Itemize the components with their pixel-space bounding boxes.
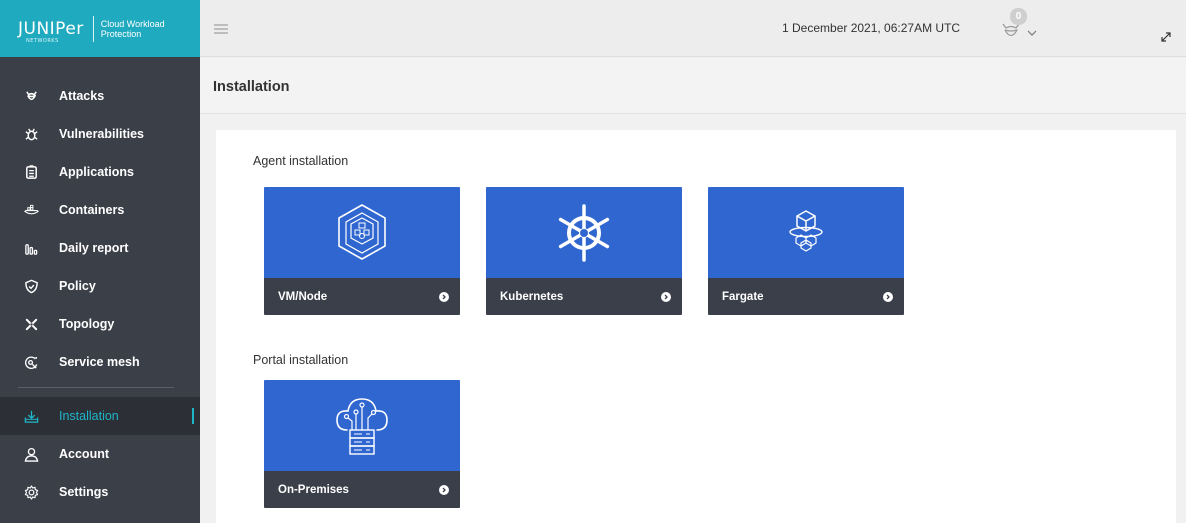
bar-chart-icon <box>23 240 39 256</box>
page-header: Installation <box>200 58 1186 114</box>
tile-footer: Fargate <box>708 278 904 315</box>
tile-image <box>264 187 460 278</box>
tile-label: Kubernetes <box>500 290 564 303</box>
tile-footer: On-Premises <box>264 471 460 508</box>
sidebar-item-topology[interactable]: Topology <box>0 305 200 343</box>
tile-kubernetes[interactable]: Kubernetes <box>486 187 682 315</box>
sidebar-divider <box>18 387 174 388</box>
brand-separator <box>92 15 94 42</box>
sidebar-item-label: Attacks <box>59 89 105 103</box>
product-name: Cloud Workload Protection <box>100 18 165 39</box>
shield-icon <box>23 278 39 294</box>
tile-fargate[interactable]: Fargate <box>708 187 904 315</box>
sidebar-item-label: Daily report <box>59 241 129 255</box>
hamburger-menu-icon[interactable] <box>214 24 228 34</box>
on-premises-icon <box>336 397 388 455</box>
sidebar: JUNIPer NETWORKS Cloud Workload Protecti… <box>0 0 200 523</box>
sidebar-item-label: Account <box>59 447 109 461</box>
arrow-right-icon <box>661 291 671 302</box>
portal-installation-heading: Portal installation <box>253 353 349 367</box>
tile-footer: Kubernetes <box>486 278 682 315</box>
sidebar-item-label: Applications <box>59 165 135 179</box>
tile-on-premises[interactable]: On-Premises <box>264 380 460 508</box>
juniper-logo: JUNIPer NETWORKS <box>18 18 84 44</box>
sidebar-nav: Attacks Vulnerabilities Applications Con… <box>0 57 200 381</box>
sidebar-item-label: Settings <box>59 485 109 499</box>
service-mesh-icon <box>23 354 39 370</box>
installation-icon <box>23 408 39 424</box>
arrow-right-icon <box>439 484 449 495</box>
sidebar-item-daily-report[interactable]: Daily report <box>0 229 200 267</box>
arrow-right-icon <box>439 291 449 302</box>
kubernetes-icon <box>558 203 610 262</box>
tile-label: VM/Node <box>278 290 328 303</box>
applications-icon <box>23 164 39 180</box>
tile-footer: VM/Node <box>264 278 460 315</box>
sidebar-item-label: Containers <box>59 203 125 217</box>
notification-badge: 0 <box>1010 8 1027 25</box>
sidebar-item-settings[interactable]: Settings <box>0 473 200 511</box>
gear-icon <box>23 484 39 500</box>
topbar: 1 December 2021, 06:27AM UTC 0 <box>200 0 1186 57</box>
sidebar-item-label: Vulnerabilities <box>59 127 144 141</box>
sidebar-item-applications[interactable]: Applications <box>0 153 200 191</box>
sidebar-item-service-mesh[interactable]: Service mesh <box>0 343 200 381</box>
sidebar-item-label: Policy <box>59 279 96 293</box>
tile-image <box>708 187 904 278</box>
fargate-icon <box>789 209 823 252</box>
arrow-right-icon <box>883 291 893 302</box>
installation-panel: Agent installation VM/Node Kubernetes Fa… <box>216 130 1176 523</box>
sidebar-nav-bottom: Installation Account Settings <box>0 397 200 511</box>
sidebar-item-attacks[interactable]: Attacks <box>0 77 200 115</box>
attacks-icon <box>23 88 39 104</box>
user-icon <box>23 446 39 462</box>
brand-header[interactable]: JUNIPer NETWORKS Cloud Workload Protecti… <box>0 0 200 57</box>
chevron-down-icon <box>1027 30 1037 36</box>
tile-vm-node[interactable]: VM/Node <box>264 187 460 315</box>
sidebar-item-label: Installation <box>59 409 119 423</box>
agent-installation-heading: Agent installation <box>253 154 349 168</box>
tile-label: On-Premises <box>278 483 349 496</box>
topology-icon <box>23 316 39 332</box>
active-indicator <box>192 408 194 424</box>
sidebar-item-policy[interactable]: Policy <box>0 267 200 305</box>
bug-icon <box>23 126 39 142</box>
sidebar-item-installation[interactable]: Installation <box>0 397 200 435</box>
vm-node-icon <box>338 203 386 260</box>
sidebar-item-label: Service mesh <box>59 355 140 369</box>
current-datetime: 1 December 2021, 06:27AM UTC <box>782 21 961 35</box>
tile-image <box>264 380 460 471</box>
expand-icon[interactable] <box>1160 31 1172 43</box>
tile-image <box>486 187 682 278</box>
sidebar-item-containers[interactable]: Containers <box>0 191 200 229</box>
sidebar-item-vulnerabilities[interactable]: Vulnerabilities <box>0 115 200 153</box>
tile-label: Fargate <box>722 290 764 303</box>
containers-icon <box>23 202 39 218</box>
sidebar-item-label: Topology <box>59 317 115 331</box>
user-menu[interactable]: 0 <box>1000 4 1040 48</box>
page-title: Installation <box>213 79 290 95</box>
sidebar-item-account[interactable]: Account <box>0 435 200 473</box>
